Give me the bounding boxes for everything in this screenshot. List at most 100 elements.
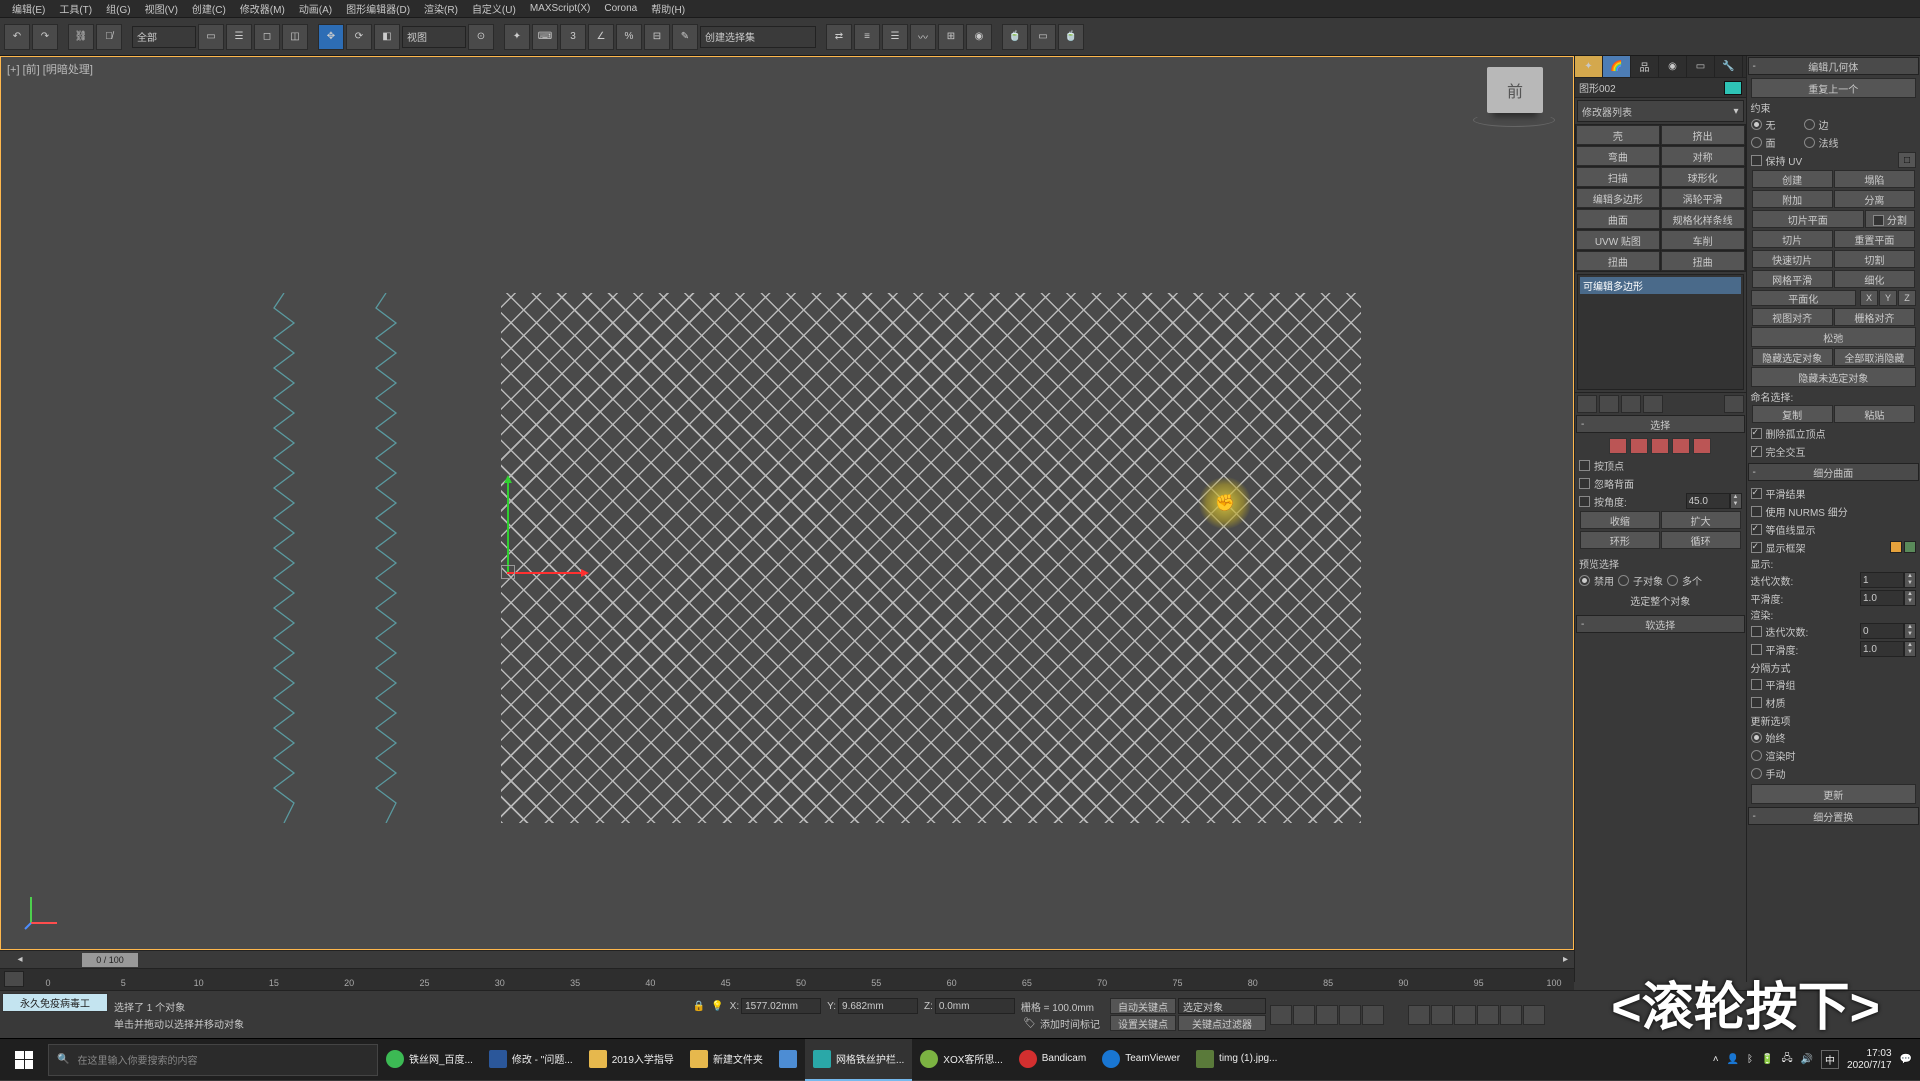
menu-corona[interactable]: Corona [598,2,643,15]
transform-x-input[interactable] [741,998,821,1014]
preview-multi-radio[interactable] [1667,575,1678,586]
select-object-button[interactable]: ▭ [198,24,224,50]
hierarchy-tab[interactable]: 品 [1631,56,1659,77]
menu-group[interactable]: 组(G) [100,0,136,17]
angle-snap-button[interactable]: ∠ [588,24,614,50]
menu-rendering[interactable]: 渲染(R) [418,0,464,17]
planar-x[interactable]: X [1860,290,1878,306]
full-interactivity-checkbox[interactable] [1751,446,1762,457]
modifier-list-dropdown[interactable]: 修改器列表▾ [1577,100,1744,122]
mod-lathe[interactable]: 车削 [1661,230,1745,250]
menu-modifiers[interactable]: 修改器(M) [234,0,291,17]
border-level-icon[interactable] [1651,438,1669,454]
track-bar-icon[interactable] [4,971,24,987]
layers-button[interactable]: ☰ [882,24,908,50]
gizmo-y-axis[interactable] [507,481,509,573]
view-align-button[interactable]: 视图对齐 [1752,308,1833,326]
chainlink-mesh-object[interactable] [501,293,1361,823]
undo-button[interactable]: ↶ [4,24,30,50]
loop-button[interactable]: 循环 [1661,531,1741,549]
update-render-radio[interactable] [1751,750,1762,761]
taskbar-folder-1[interactable]: 2019入学指导 [581,1039,682,1081]
constrain-face-radio[interactable] [1751,137,1762,148]
preview-subobj-radio[interactable] [1618,575,1629,586]
update-button[interactable]: 更新 [1751,784,1917,804]
vertex-level-icon[interactable] [1609,438,1627,454]
display-tab[interactable]: ▭ [1687,56,1715,77]
modify-tab[interactable]: 🌈 [1603,56,1631,77]
tray-people-icon[interactable]: 👤 [1727,1054,1739,1065]
preserve-uv-checkbox[interactable] [1751,155,1762,166]
menu-views[interactable]: 视图(V) [139,0,184,17]
window-crossing-button[interactable]: ◫ [282,24,308,50]
render-setup-button[interactable]: 🍵 [1002,24,1028,50]
menu-animation[interactable]: 动画(A) [293,0,338,17]
constrain-normal-radio[interactable] [1804,137,1815,148]
move-button[interactable]: ✥ [318,24,344,50]
by-vertex-checkbox[interactable] [1579,460,1590,471]
percent-snap-button[interactable]: % [616,24,642,50]
mirror-button[interactable]: ⇄ [826,24,852,50]
ref-coord-dropdown[interactable]: 视图 [402,26,466,48]
start-button[interactable] [0,1039,48,1081]
taskbar-xox[interactable]: XOX客所思... [912,1039,1010,1081]
motion-tab[interactable]: ◉ [1659,56,1687,77]
menu-maxscript[interactable]: MAXScript(X) [524,2,597,15]
align-button[interactable]: ≡ [854,24,880,50]
schematic-view-button[interactable]: ⊞ [938,24,964,50]
rollout-subdivision-surface[interactable]: 细分曲面 [1748,463,1920,481]
selection-filter-dropdown[interactable]: 全部 [132,26,196,48]
viewcube[interactable]: 前 [1487,67,1543,113]
tray-network-icon[interactable]: 🖧 [1781,1051,1792,1068]
utilities-tab[interactable]: 🔧 [1715,56,1743,77]
element-level-icon[interactable] [1693,438,1711,454]
show-result-icon[interactable] [1599,395,1619,413]
taskbar-search[interactable]: 🔍在这里输入你要搜索的内容 [48,1044,378,1076]
orbit-icon[interactable] [1500,1005,1522,1025]
angle-spinner[interactable] [1686,493,1730,509]
time-slider[interactable]: 0 / 100 [82,953,138,967]
mod-sweep[interactable]: 扫描 [1576,167,1660,187]
constrain-none-radio[interactable] [1751,119,1762,130]
cage-color-1[interactable] [1890,541,1902,553]
object-color-swatch[interactable] [1724,81,1742,95]
detach-button[interactable]: 分离 [1834,190,1915,208]
keyboard-shortcut-button[interactable]: ⌨ [532,24,558,50]
rollout-selection[interactable]: 选择 [1576,415,1745,433]
shrink-button[interactable]: 收缩 [1580,511,1660,529]
mod-symmetry[interactable]: 对称 [1661,146,1745,166]
show-cage-checkbox[interactable] [1751,542,1762,553]
maximize-viewport-icon[interactable] [1523,1005,1545,1025]
redo-button[interactable]: ↷ [32,24,58,50]
rollout-soft-selection[interactable]: 软选择 [1576,615,1745,633]
tray-notifications-icon[interactable]: 💬 [1900,1054,1912,1065]
edit-named-sel-button[interactable]: ✎ [672,24,698,50]
lock-selection-icon[interactable]: 🔒 [693,1001,705,1012]
use-nurms-checkbox[interactable] [1751,506,1762,517]
mod-turbosmooth[interactable]: 涡轮平滑 [1661,188,1745,208]
polygon-level-icon[interactable] [1672,438,1690,454]
viewcube-ring[interactable] [1473,113,1555,127]
select-region-button[interactable]: ◻ [254,24,280,50]
viewport-front[interactable]: [+] [前] [明暗处理] 前 ✊ [0,56,1574,950]
configure-sets-icon[interactable] [1724,395,1744,413]
make-unique-icon[interactable] [1621,395,1641,413]
isoline-display-checkbox[interactable] [1751,524,1762,535]
sep-materials-checkbox[interactable] [1751,697,1762,708]
unlink-button[interactable]: ⛓̸ [96,24,122,50]
goto-start-icon[interactable] [1270,1005,1292,1025]
sep-smoothing-groups-checkbox[interactable] [1751,679,1762,690]
gizmo-x-axis[interactable] [507,572,583,574]
repeat-last-button[interactable]: 重复上一个 [1751,78,1917,98]
timeline-ruler[interactable]: 0510152025303540455055606570758085909510… [0,968,1574,990]
add-time-tag[interactable]: 添加时间标记 [1040,1016,1100,1031]
taskbar-app-browser[interactable]: 铁丝网_百度... [378,1039,481,1081]
cut-button[interactable]: 切割 [1834,250,1915,268]
constrain-edge-radio[interactable] [1804,119,1815,130]
create-button[interactable]: 创建 [1752,170,1833,188]
mod-editpoly[interactable]: 编辑多边形 [1576,188,1660,208]
select-manipulate-button[interactable]: ✦ [504,24,530,50]
quickslice-button[interactable]: 快速切片 [1752,250,1833,268]
set-key-button[interactable]: 设置关键点 [1110,1015,1176,1031]
viewport-label[interactable]: [+] [前] [明暗处理] [7,61,93,77]
